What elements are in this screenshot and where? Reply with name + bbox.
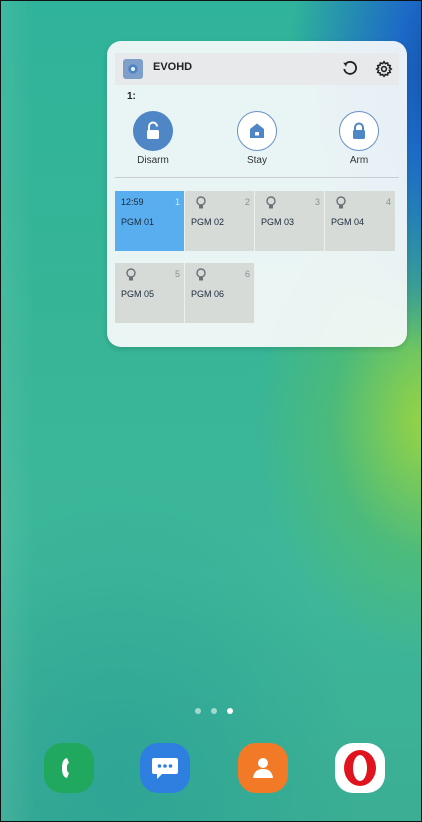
pgm-tile-04[interactable]: 4 PGM 04 bbox=[325, 191, 395, 251]
lightbulb-icon bbox=[196, 268, 206, 281]
arm-button[interactable]: Arm bbox=[329, 111, 389, 166]
widget-header: EVOHD bbox=[115, 53, 399, 85]
disarm-label: Disarm bbox=[137, 155, 169, 166]
page-dot-current[interactable] bbox=[227, 708, 233, 714]
pgm-name: PGM 01 bbox=[121, 217, 155, 227]
pgm-tile-02[interactable]: 2 PGM 02 bbox=[185, 191, 255, 251]
pgm-name: PGM 04 bbox=[331, 217, 365, 227]
pgm-number: 1 bbox=[174, 197, 180, 207]
refresh-button[interactable] bbox=[339, 58, 361, 80]
stay-label: Stay bbox=[246, 155, 267, 166]
pgm-number: 2 bbox=[244, 197, 250, 207]
home-screen: EVOHD 1: Disarm Stay Arm 12:59 1 PGM 01 … bbox=[0, 0, 422, 822]
pgm-tile-03[interactable]: 3 PGM 03 bbox=[255, 191, 325, 251]
phone-icon bbox=[62, 758, 69, 778]
pgm-tile-05[interactable]: 5 PGM 05 bbox=[115, 263, 185, 323]
arm-label: Arm bbox=[349, 155, 369, 166]
page-indicator[interactable] bbox=[195, 708, 233, 714]
locked-padlock-icon bbox=[353, 122, 365, 139]
stay-button[interactable]: Stay bbox=[227, 111, 287, 166]
contacts-app[interactable] bbox=[238, 743, 288, 793]
pgm-number: 3 bbox=[314, 197, 320, 207]
page-dot[interactable] bbox=[211, 708, 217, 714]
opera-app[interactable] bbox=[335, 743, 385, 793]
pgm-timer: 12:59 bbox=[121, 197, 144, 207]
unlocked-padlock-icon bbox=[147, 121, 159, 139]
opera-icon bbox=[344, 750, 376, 786]
pgm-number: 6 bbox=[244, 269, 250, 279]
refresh-icon bbox=[343, 61, 357, 75]
lightbulb-icon bbox=[336, 196, 346, 209]
settings-button[interactable] bbox=[373, 58, 395, 80]
lightbulb-icon bbox=[126, 268, 136, 281]
area-label: 1: bbox=[127, 91, 136, 102]
pgm-tile-01[interactable]: 12:59 1 PGM 01 bbox=[115, 191, 185, 251]
phone-app[interactable] bbox=[44, 743, 94, 793]
lightbulb-icon bbox=[196, 196, 206, 209]
messages-icon bbox=[152, 758, 178, 779]
house-icon bbox=[250, 123, 264, 138]
pgm-name: PGM 06 bbox=[191, 289, 225, 299]
pgm-number: 5 bbox=[174, 269, 180, 279]
lightbulb-icon bbox=[266, 196, 276, 209]
messages-app[interactable] bbox=[140, 743, 190, 793]
widget-title: EVOHD bbox=[153, 61, 193, 73]
gear-icon bbox=[375, 60, 393, 78]
disarm-button[interactable]: Disarm bbox=[123, 111, 183, 166]
page-dot[interactable] bbox=[195, 708, 201, 714]
divider bbox=[115, 177, 399, 178]
contacts-icon bbox=[253, 758, 273, 778]
pgm-number: 4 bbox=[385, 197, 391, 207]
evohd-widget[interactable]: EVOHD 1: Disarm Stay Arm 12:59 1 PGM 01 … bbox=[107, 41, 407, 347]
pgm-name: PGM 02 bbox=[191, 217, 225, 227]
pgm-name: PGM 03 bbox=[261, 217, 295, 227]
evohd-app-icon bbox=[123, 59, 143, 79]
pgm-tile-06[interactable]: 6 PGM 06 bbox=[185, 263, 255, 323]
pgm-name: PGM 05 bbox=[121, 289, 155, 299]
